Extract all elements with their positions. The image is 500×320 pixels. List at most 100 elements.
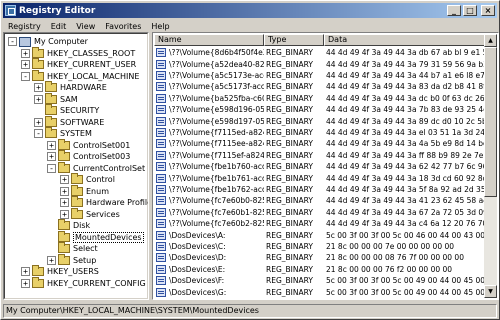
value-row[interactable]: \??\Volume{fc7e60b2-8258-...REG_BINARY 44…	[154, 218, 484, 229]
column-header-name[interactable]: Name	[154, 34, 264, 46]
tree-node-label: ControlSet001	[73, 140, 131, 150]
tree-node[interactable]: + HKEY_CLASSES_ROOT	[21, 46, 135, 59]
folder-icon	[71, 207, 83, 219]
value-row[interactable]: \??\Volume{f7115ef-a824-1...REG_BINARY 44…	[154, 150, 484, 161]
tree-node[interactable]: + SOFTWARE	[34, 115, 104, 128]
value-row[interactable]: \DosDevices\F: REG_BINARY 5c 00 3f 00 3f 0…	[154, 275, 484, 286]
value-name: \DosDevices\D:	[169, 253, 227, 263]
collapse-icon[interactable]: -	[21, 71, 30, 81]
tree-node-label: MountedDevices	[73, 231, 144, 243]
vertical-scrollbar[interactable]: ▲ ▼	[484, 34, 497, 298]
tree-node[interactable]: + HKEY_CURRENT_USER	[21, 58, 137, 70]
value-row[interactable]: \??\Volume{8d6b4f50f4e3-...REG_BINARY 44 …	[154, 47, 484, 58]
expand-icon[interactable]: +	[21, 267, 30, 276]
expand-icon[interactable]: +	[34, 117, 43, 127]
menu-edit[interactable]: Edit	[46, 22, 72, 31]
tree-node-label: SYSTEM	[60, 129, 92, 138]
value-row[interactable]: \??\Volume{fc7e60b1-8258-...REG_BINARY 44…	[154, 207, 484, 218]
tree-node[interactable]: + HARDWARE	[34, 81, 107, 93]
window-controls: _ □ ×	[447, 5, 495, 16]
binary-value-icon	[156, 173, 166, 183]
value-row[interactable]: \DosDevices\C: REG_BINARY 21 8c 00 00 00 7…	[154, 241, 484, 252]
value-name: \??\Volume{fc7e60b2-8258-...	[169, 219, 264, 229]
menu-favorites[interactable]: Favorites	[100, 22, 146, 31]
expand-icon[interactable]: +	[21, 60, 30, 69]
expand-icon[interactable]: +	[34, 94, 43, 104]
collapse-icon[interactable]: -	[34, 129, 43, 138]
tree-node-label: HKEY_CURRENT_USER	[47, 60, 137, 69]
value-row[interactable]: \??\Volume{fbe1b762-acdd-...REG_BINARY 44…	[154, 184, 484, 195]
maximize-button[interactable]: □	[463, 5, 477, 16]
tree-node[interactable]: + ControlSet003	[47, 150, 130, 162]
minimize-button[interactable]: _	[447, 5, 461, 16]
tree-node[interactable]: MountedDevices	[47, 230, 144, 243]
column-header-type[interactable]: Type	[264, 34, 324, 46]
expand-icon[interactable]: +	[34, 83, 43, 92]
expand-icon[interactable]: +	[60, 209, 69, 219]
tree-node[interactable]: + SAM	[34, 92, 78, 105]
value-list-pane[interactable]: Name Type Data \??\Volume{8d6b4f50f4e3-.…	[152, 32, 499, 300]
value-row[interactable]: \??\Volume{f7115ed-a824-...REG_BINARY 44 …	[154, 127, 484, 138]
value-row[interactable]: \??\Volume{ba525fba-c608...REG_BINARY 44 …	[154, 93, 484, 104]
folder-icon	[71, 196, 83, 207]
value-row[interactable]: \??\Volume{fbe1b761-acdd-...REG_BINARY 44…	[154, 172, 484, 183]
tree-node[interactable]: + Control	[60, 173, 115, 185]
tree-node[interactable]: + Hardware Profiles	[60, 196, 148, 208]
value-row[interactable]: \??\Volume{fc7e60b0-8258-...REG_BINARY 44…	[154, 195, 484, 206]
value-data: 44 4d 49 4f 3a 49 44 3a 4a 5b e9 8d 14 b…	[326, 139, 484, 149]
expand-icon[interactable]: +	[47, 140, 56, 150]
binary-value-icon	[156, 48, 166, 58]
status-bar: My Computer\HKEY_LOCAL_MACHINE\SYSTEM\Mo…	[3, 304, 497, 318]
tree-node[interactable]: - SYSTEM	[34, 127, 92, 139]
value-row[interactable]: \??\Volume{e598d196-05d6...REG_BINARY 44 …	[154, 104, 484, 115]
close-button[interactable]: ×	[481, 5, 495, 16]
expand-icon[interactable]: +	[60, 186, 69, 196]
tree-node[interactable]: SECURITY	[34, 104, 99, 116]
value-row[interactable]: \??\Volume{e598d197-05d6...REG_BINARY 44 …	[154, 115, 484, 126]
tree-node-label: Control	[86, 175, 115, 184]
tree-node[interactable]: - CurrentControlSet	[47, 161, 145, 174]
collapse-icon[interactable]: -	[8, 37, 17, 46]
key-tree-pane[interactable]: - My Computer + HKEY_CLASSES_ROOT + HKEY_CURR…	[3, 32, 149, 300]
value-row[interactable]: \??\Volume{a5c5173e-acc9...REG_BINARY 44 …	[154, 70, 484, 81]
tree-node[interactable]: + ControlSet001	[47, 138, 131, 151]
value-row[interactable]: \DosDevices\G: REG_BINARY 5c 00 3f 00 3f 0…	[154, 286, 484, 297]
scroll-up-icon[interactable]: ▲	[484, 34, 497, 47]
tree-node[interactable]: Select	[47, 242, 98, 254]
menu-registry[interactable]: Registry	[3, 22, 46, 31]
expand-icon[interactable]: +	[60, 175, 69, 184]
expand-icon[interactable]: +	[21, 48, 30, 58]
title-bar[interactable]: Registry Editor _ □ ×	[3, 3, 497, 18]
value-row[interactable]: \??\Volume{a5c5173f-acc9...REG_BINARY 44 …	[154, 81, 484, 92]
collapse-icon[interactable]: -	[47, 163, 56, 173]
tree-node[interactable]: + HKEY_USERS	[21, 265, 99, 277]
value-row[interactable]: \DosDevices\E: REG_BINARY 21 8c 00 00 00 7…	[154, 264, 484, 275]
scroll-down-icon[interactable]: ▼	[484, 285, 497, 298]
tree-node[interactable]: - HKEY_LOCAL_MACHINE	[21, 69, 139, 82]
value-row[interactable]: \??\Volume{f7115ee-a824-...REG_BINARY 44 …	[154, 138, 484, 149]
value-row[interactable]: \DosDevices\D: REG_BINARY 21 8c 00 00 00 0…	[154, 252, 484, 263]
scroll-thumb[interactable]	[484, 47, 497, 197]
expand-icon[interactable]: +	[47, 255, 56, 265]
value-type: REG_BINARY	[266, 59, 313, 69]
value-data: 5c 00 3f 00 3f 00 5c 00 49 00 44 00 45 0…	[326, 276, 484, 286]
menu-help[interactable]: Help	[146, 22, 174, 31]
value-row[interactable]: \??\Volume{fbe1b760-acdd-...REG_BINARY 44…	[154, 161, 484, 172]
value-data: 44 4d 49 4f 3a 49 44 3a 41 23 62 45 58 a…	[326, 196, 484, 206]
value-row[interactable]: \DosDevices\A: REG_BINARY 5c 00 3f 00 3f 0…	[154, 229, 484, 240]
column-header-data[interactable]: Data	[324, 34, 486, 46]
expand-icon[interactable]: +	[21, 278, 30, 288]
expand-icon[interactable]: +	[60, 198, 69, 207]
menu-view[interactable]: View	[71, 22, 100, 31]
tree-node[interactable]: + HKEY_CURRENT_CONFIG	[21, 276, 146, 289]
tree-node[interactable]: - My Computer	[8, 36, 88, 47]
value-name: \??\Volume{fc7e60b1-8258-...	[169, 207, 264, 217]
binary-value-icon	[156, 207, 166, 217]
expand-icon[interactable]: +	[47, 152, 56, 161]
tree-node[interactable]: + Enum	[60, 184, 109, 197]
value-name: \??\Volume{a5c5173e-acc9...	[169, 70, 264, 80]
tree-node[interactable]: + Services	[60, 207, 120, 220]
value-row[interactable]: \??\Volume{a52dea40-824d...REG_BINARY 44 …	[154, 58, 484, 69]
tree-node[interactable]: Disk	[47, 219, 90, 231]
tree-node[interactable]: + Setup	[47, 253, 96, 266]
